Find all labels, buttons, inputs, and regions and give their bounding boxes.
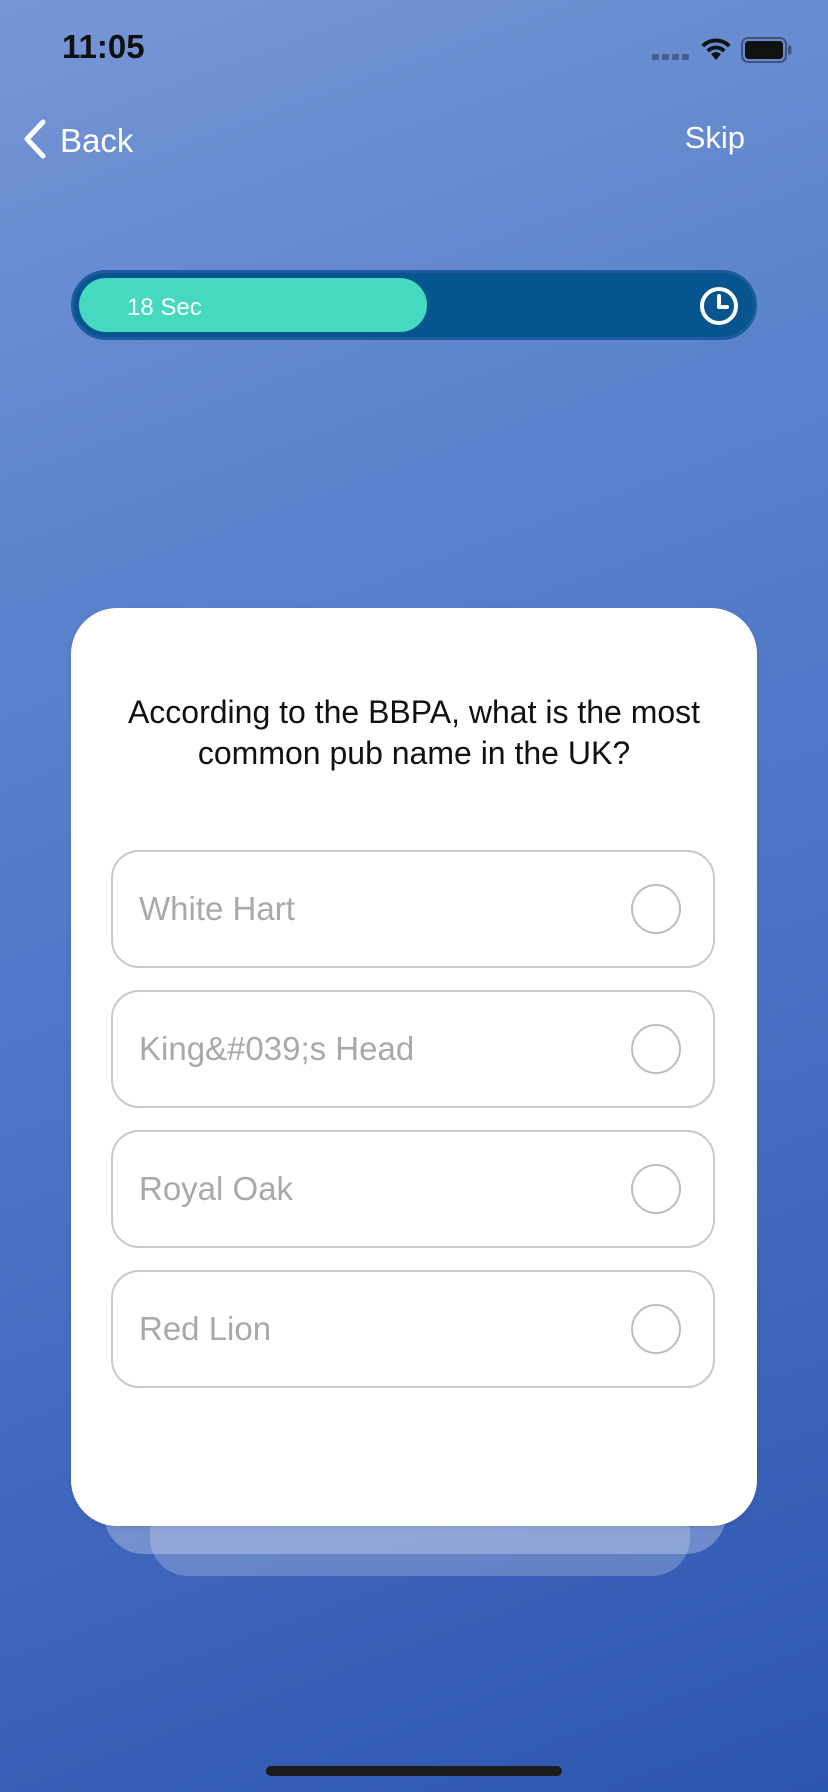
answer-option[interactable]: King&#039;s Head: [111, 990, 715, 1108]
battery-icon: [741, 37, 793, 68]
radio-button[interactable]: [631, 1304, 681, 1354]
answer-option-label: Red Lion: [139, 1310, 272, 1347]
timer-progress-fill: 18 Sec: [79, 278, 427, 332]
question-text: According to the BBPA, what is the most …: [127, 694, 701, 771]
timer-label: 18 Sec: [127, 294, 202, 321]
radio-button[interactable]: [631, 884, 681, 934]
answer-option[interactable]: White Hart: [111, 850, 715, 968]
back-label: Back: [60, 122, 134, 159]
timer-progress-bar: 18 Sec: [71, 270, 757, 340]
radio-button[interactable]: [631, 1164, 681, 1214]
cellular-signal-icon: [652, 54, 689, 60]
answer-option-label: White Hart: [139, 890, 295, 927]
answer-option[interactable]: Red Lion: [111, 1270, 715, 1388]
back-button[interactable]: Back: [22, 118, 133, 164]
status-time: 11:05: [62, 28, 145, 65]
clock-icon: [698, 285, 740, 332]
answer-option[interactable]: Royal Oak: [111, 1130, 715, 1248]
chevron-left-icon: [22, 119, 48, 164]
home-indicator: [266, 1766, 562, 1776]
answer-option-label: King&#039;s Head: [139, 1030, 415, 1067]
status-bar: 11:05: [0, 0, 828, 100]
radio-button[interactable]: [631, 1024, 681, 1074]
question-card: According to the BBPA, what is the most …: [71, 608, 757, 1526]
skip-button[interactable]: Skip: [685, 120, 745, 156]
answer-option-label: Royal Oak: [139, 1170, 294, 1207]
wifi-icon: [698, 36, 734, 67]
